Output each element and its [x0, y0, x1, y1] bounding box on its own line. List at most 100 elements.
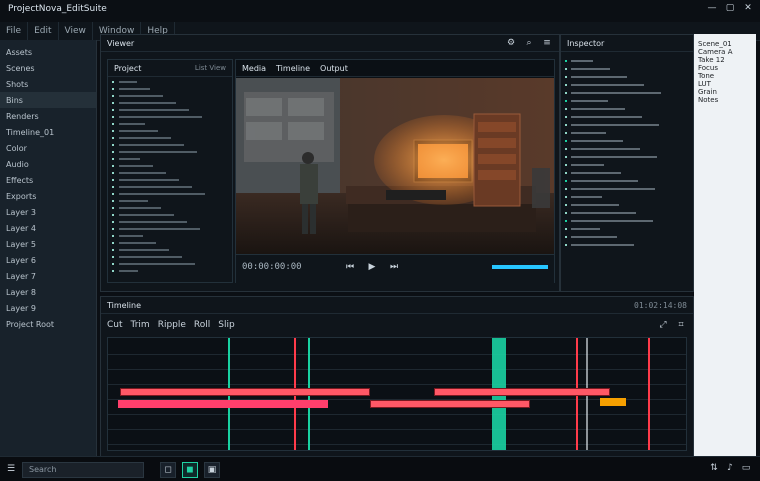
- sidebar-item-renders[interactable]: Renders: [0, 108, 96, 124]
- inspector-row[interactable]: [565, 97, 689, 105]
- sidebar-item-timeline[interactable]: Timeline_01: [0, 124, 96, 140]
- viewer-tab-timeline[interactable]: Timeline: [276, 64, 310, 73]
- maximize-icon[interactable]: ▢: [724, 2, 736, 14]
- sidebar-item-effects[interactable]: Effects: [0, 172, 96, 188]
- viewer-tab-media[interactable]: Media: [242, 64, 266, 73]
- sidebar-item-layer7[interactable]: Layer 7: [0, 268, 96, 284]
- project-row[interactable]: [108, 246, 232, 253]
- sidebar-item-layer6[interactable]: Layer 6: [0, 252, 96, 268]
- project-row[interactable]: [108, 253, 232, 260]
- project-row[interactable]: [108, 127, 232, 134]
- inspector-row[interactable]: [565, 121, 689, 129]
- sidebar-item-bins[interactable]: Bins: [0, 92, 96, 108]
- minimize-icon[interactable]: —: [706, 2, 718, 14]
- inspector-row[interactable]: [565, 153, 689, 161]
- project-row[interactable]: [108, 120, 232, 127]
- project-row[interactable]: [108, 225, 232, 232]
- project-row[interactable]: [108, 204, 232, 211]
- inspector-row[interactable]: [565, 217, 689, 225]
- snap-icon[interactable]: ⌗: [675, 319, 687, 331]
- app-icon-2[interactable]: ◼: [182, 462, 198, 478]
- inspector-row[interactable]: [565, 233, 689, 241]
- project-row[interactable]: [108, 218, 232, 225]
- sidebar-item-layer9[interactable]: Layer 9: [0, 300, 96, 316]
- inspector-row[interactable]: [565, 129, 689, 137]
- project-row[interactable]: [108, 106, 232, 113]
- settings-icon[interactable]: ⚙: [505, 37, 517, 49]
- project-row[interactable]: [108, 148, 232, 155]
- sidebar-item-root[interactable]: Project Root: [0, 316, 96, 332]
- inspector-row[interactable]: [565, 89, 689, 97]
- project-row[interactable]: [108, 183, 232, 190]
- sidebar-item-layer5[interactable]: Layer 5: [0, 236, 96, 252]
- menu-view[interactable]: View: [59, 22, 93, 40]
- skip-back-icon[interactable]: ⏮: [344, 261, 356, 273]
- viewer-tab-output[interactable]: Output: [320, 64, 348, 73]
- inspector-row[interactable]: [565, 241, 689, 249]
- project-row[interactable]: [108, 232, 232, 239]
- skip-forward-icon[interactable]: ⏭: [388, 261, 400, 273]
- inspector-row[interactable]: [565, 177, 689, 185]
- inspector-row[interactable]: [565, 57, 689, 65]
- project-row[interactable]: [108, 267, 232, 274]
- project-row[interactable]: [108, 211, 232, 218]
- sidebar-item-audio[interactable]: Audio: [0, 156, 96, 172]
- clip-red-2[interactable]: [118, 400, 328, 408]
- inspector-row[interactable]: [565, 81, 689, 89]
- project-row[interactable]: [108, 78, 232, 85]
- app-icon-1[interactable]: ◻: [160, 462, 176, 478]
- sidebar-item-assets[interactable]: Assets: [0, 44, 96, 60]
- project-row[interactable]: [108, 169, 232, 176]
- sidebar-item-shots[interactable]: Shots: [0, 76, 96, 92]
- inspector-row[interactable]: [565, 209, 689, 217]
- inspector-row[interactable]: [565, 185, 689, 193]
- inspector-row[interactable]: [565, 145, 689, 153]
- inspector-row[interactable]: [565, 169, 689, 177]
- taskbar-search[interactable]: Search: [22, 462, 144, 478]
- sidebar-item-layer3[interactable]: Layer 3: [0, 204, 96, 220]
- project-row[interactable]: [108, 239, 232, 246]
- project-row[interactable]: [108, 99, 232, 106]
- project-row[interactable]: [108, 197, 232, 204]
- app-icon-3[interactable]: ▣: [204, 462, 220, 478]
- inspector-row[interactable]: [565, 137, 689, 145]
- tool-trim[interactable]: Trim: [131, 320, 150, 330]
- inspector-row[interactable]: [565, 65, 689, 73]
- project-row[interactable]: [108, 113, 232, 120]
- start-icon[interactable]: ☰: [4, 462, 18, 476]
- inspector-row[interactable]: [565, 161, 689, 169]
- sidebar-item-layer4[interactable]: Layer 4: [0, 220, 96, 236]
- project-row[interactable]: [108, 190, 232, 197]
- clip-orange-1[interactable]: [600, 398, 626, 406]
- project-row[interactable]: [108, 260, 232, 267]
- clip-red-4[interactable]: [434, 388, 610, 396]
- inspector-row[interactable]: [565, 225, 689, 233]
- tool-slip[interactable]: Slip: [218, 320, 234, 330]
- clip-red-1[interactable]: [120, 388, 370, 396]
- sidebar-item-color[interactable]: Color: [0, 140, 96, 156]
- search-icon[interactable]: ⌕: [523, 37, 535, 49]
- tool-ripple[interactable]: Ripple: [158, 320, 186, 330]
- inspector-row[interactable]: [565, 105, 689, 113]
- project-row[interactable]: [108, 85, 232, 92]
- project-row[interactable]: [108, 92, 232, 99]
- project-row[interactable]: [108, 162, 232, 169]
- zoom-icon[interactable]: ⤢: [657, 319, 669, 331]
- project-row[interactable]: [108, 134, 232, 141]
- project-row[interactable]: [108, 155, 232, 162]
- inspector-row[interactable]: [565, 113, 689, 121]
- inspector-row[interactable]: [565, 201, 689, 209]
- sidebar-item-layer8[interactable]: Layer 8: [0, 284, 96, 300]
- play-icon[interactable]: ▶: [366, 261, 378, 273]
- clip-red-3[interactable]: [370, 400, 530, 408]
- inspector-row[interactable]: [565, 73, 689, 81]
- menu-file[interactable]: File: [0, 22, 29, 40]
- sidebar-item-scenes[interactable]: Scenes: [0, 60, 96, 76]
- inspector-row[interactable]: [565, 193, 689, 201]
- menu-icon[interactable]: ≡: [541, 37, 553, 49]
- project-row[interactable]: [108, 176, 232, 183]
- tool-cut[interactable]: Cut: [107, 320, 123, 330]
- sidebar-item-exports[interactable]: Exports: [0, 188, 96, 204]
- close-icon[interactable]: ✕: [742, 2, 754, 14]
- project-row[interactable]: [108, 141, 232, 148]
